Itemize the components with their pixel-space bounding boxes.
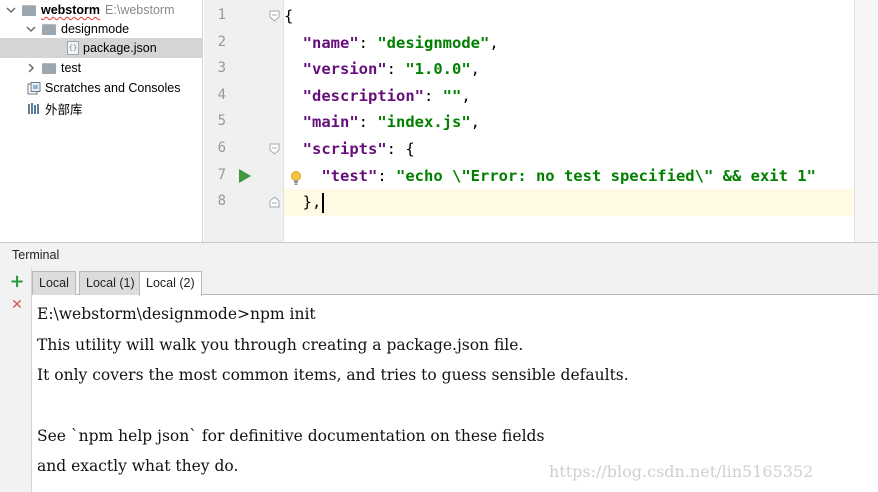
code-line[interactable]: "main": "index.js",	[284, 109, 854, 136]
terminal-line: and exactly what they do.	[37, 457, 239, 475]
lightbulb-icon[interactable]	[290, 170, 302, 186]
fold-marker-icon[interactable]	[269, 10, 280, 22]
code-line[interactable]: {	[284, 3, 854, 30]
folder-icon	[42, 62, 56, 74]
code-editor[interactable]: 1 2 3 4 5 6 7 8 { "name": "designmode", "versio…	[204, 0, 854, 242]
line-number: 6	[217, 140, 226, 156]
code-punct	[284, 34, 303, 52]
json-string: "echo \"Error: no test specified\" && ex…	[396, 166, 816, 185]
line-number: 4	[217, 86, 226, 103]
code-line[interactable]: "version": "1.0.0",	[284, 56, 854, 83]
terminal-line: It only covers the most common items, an…	[37, 366, 629, 384]
tree-item-label: 外部库	[45, 102, 83, 117]
terminal-toolbar: + ✕	[0, 268, 32, 492]
code-punct: ,	[470, 60, 481, 79]
code-line[interactable]: },	[284, 189, 854, 216]
json-key: "description"	[302, 86, 424, 105]
code-punct: },	[284, 193, 322, 212]
json-string: ""	[442, 86, 462, 105]
project-tree: webstorm E:\webstorm designmode {} packa…	[0, 0, 203, 242]
tree-item-package-json[interactable]: {} package.json	[0, 38, 203, 58]
text-caret	[322, 192, 325, 213]
scratches-icon	[27, 81, 41, 95]
fold-marker-icon[interactable]	[269, 196, 280, 208]
json-string: "1.0.0"	[405, 60, 471, 79]
editor-gutter: 1 2 3 4 5 6 7 8	[204, 0, 284, 242]
json-string: "designmode"	[377, 33, 490, 52]
code-punct: :	[386, 60, 406, 79]
code-punct: :	[424, 86, 443, 105]
json-string: "index.js"	[377, 113, 471, 132]
tab-local[interactable]: Local	[32, 271, 76, 295]
tab-local-2[interactable]: Local (2)	[139, 271, 202, 296]
terminal-title: Terminal	[12, 248, 60, 262]
tree-item-label: Scratches and Consoles	[45, 81, 181, 95]
code-punct	[284, 60, 303, 78]
terminal-header: Terminal	[0, 243, 878, 268]
add-terminal-button[interactable]: +	[9, 273, 25, 291]
code-punct: :	[358, 33, 378, 52]
terminal-tabs: Local Local (1) Local (2)	[32, 268, 878, 296]
code-punct: : {	[386, 140, 415, 158]
code-punct: ,	[489, 33, 499, 52]
line-number: 3	[217, 60, 226, 77]
folder-icon	[22, 4, 36, 16]
terminal-line: This utility will walk you through creat…	[37, 336, 524, 354]
tree-item-external-libraries[interactable]: 外部库	[0, 98, 203, 118]
tree-item-label: webstorm	[41, 3, 101, 17]
tree-item-label: package.json	[83, 41, 157, 55]
tree-item-test[interactable]: test	[0, 58, 203, 78]
code-line[interactable]: "name": "designmode",	[284, 30, 854, 57]
code-line[interactable]: "scripts": {	[284, 136, 854, 163]
tree-item-scratches[interactable]: Scratches and Consoles	[0, 78, 203, 98]
library-icon	[27, 102, 41, 115]
json-key: "version"	[302, 60, 387, 79]
line-number: 2	[217, 33, 226, 50]
play-triangle-icon[interactable]	[238, 168, 252, 184]
code-punct	[284, 140, 303, 158]
tree-item-webstorm[interactable]: webstorm E:\webstorm	[0, 0, 203, 20]
json-key: "main"	[302, 113, 359, 132]
code-punct	[284, 113, 303, 131]
code-line[interactable]: "test": "echo \"Error: no test specified…	[284, 163, 854, 190]
json-key: "name"	[302, 33, 359, 52]
line-number: 8	[217, 193, 226, 210]
close-terminal-button[interactable]: ✕	[9, 297, 25, 313]
json-key: "scripts"	[302, 140, 387, 158]
watermark: https://blog.csdn.net/lin5165352	[549, 462, 814, 481]
json-file-icon: {}	[67, 41, 79, 55]
tree-item-designmode[interactable]: designmode	[0, 19, 203, 39]
json-key: "test"	[321, 166, 378, 185]
folder-icon	[42, 23, 56, 35]
chevron-down-icon[interactable]	[6, 5, 16, 15]
line-number: 1	[217, 7, 226, 23]
tree-item-label: designmode	[61, 22, 130, 36]
terminal-panel: Terminal + ✕ Local Local (1) Local (2) E…	[0, 242, 878, 492]
tree-item-path: E:\webstorm	[105, 3, 175, 17]
code-line[interactable]: "description": "",	[284, 83, 854, 110]
code-punct: :	[358, 113, 378, 132]
code-punct: :	[377, 166, 396, 185]
fold-marker-icon[interactable]	[269, 143, 280, 155]
tab-local-1[interactable]: Local (1)	[79, 271, 142, 295]
terminal-line: E:\webstorm\designmode>npm init	[37, 305, 316, 323]
chevron-right-icon[interactable]	[26, 63, 36, 73]
code-punct: ,	[470, 113, 481, 132]
tree-item-label: test	[61, 61, 82, 75]
terminal-line: See `npm help json` for definitive docum…	[37, 427, 545, 445]
line-number: 7	[217, 166, 226, 183]
line-number: 5	[217, 113, 226, 130]
code-punct	[284, 87, 303, 105]
chevron-down-icon[interactable]	[26, 24, 36, 34]
code-punct: ,	[461, 86, 471, 105]
code-punct: {	[284, 7, 294, 25]
editor-scrollbar[interactable]	[854, 0, 878, 242]
